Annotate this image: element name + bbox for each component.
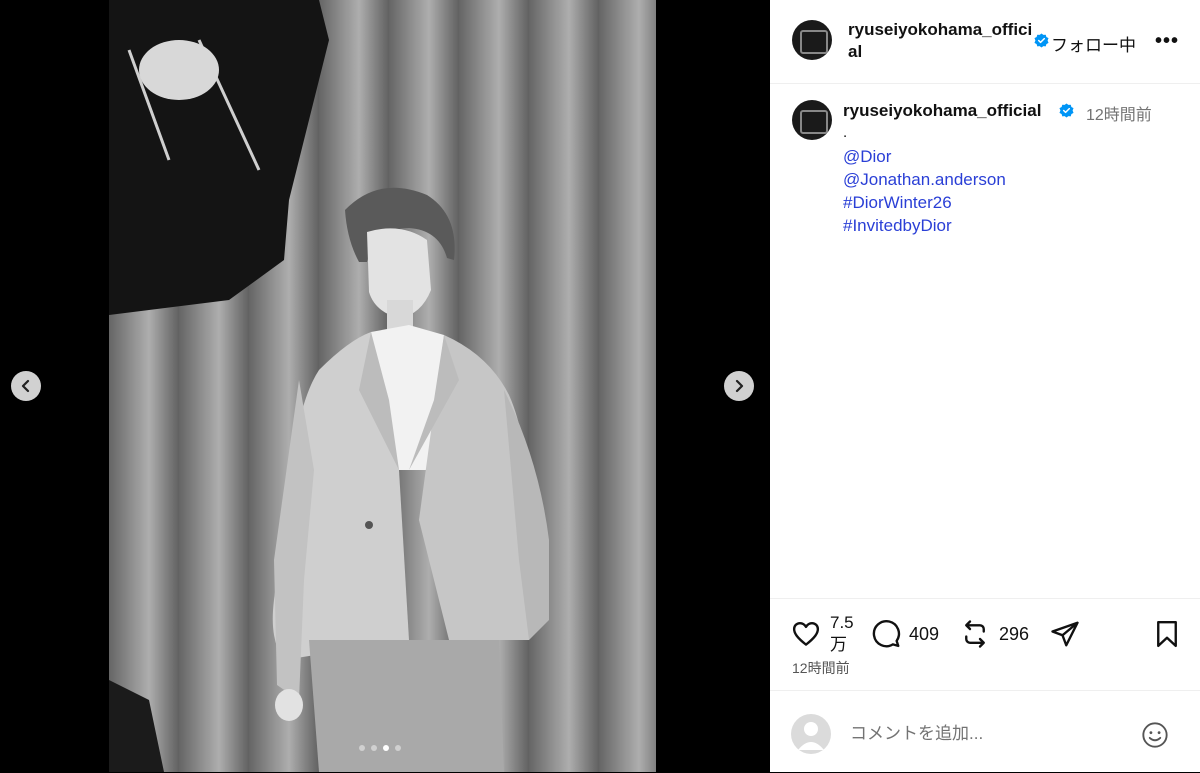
comment-bubble-icon[interactable] <box>871 619 901 649</box>
caption-avatar[interactable] <box>792 100 832 140</box>
carousel-dot <box>359 745 365 751</box>
chevron-right-icon <box>735 379 744 393</box>
post-timestamp: 12時間前 <box>792 660 850 676</box>
verified-badge-icon <box>1059 103 1074 118</box>
caption-hashtag-link[interactable]: #DiorWinter26 <box>843 193 952 213</box>
share-send-icon[interactable] <box>1050 619 1080 649</box>
bookmark-icon[interactable] <box>1152 619 1182 649</box>
like-count-value: 7.5 <box>830 613 854 632</box>
like-heart-icon[interactable] <box>791 619 821 649</box>
like-count[interactable]: 7.5 万 <box>830 612 860 656</box>
emoji-icon[interactable] <box>1141 721 1169 749</box>
repost-count[interactable]: 296 <box>999 624 1029 645</box>
comment-count[interactable]: 409 <box>909 624 939 645</box>
caption-text: . <box>843 124 848 141</box>
carousel-prev-button[interactable] <box>11 371 41 401</box>
comment-input[interactable] <box>848 723 1102 745</box>
post-photo <box>109 0 656 772</box>
caption-username[interactable]: ryuseiyokohama_official <box>843 101 1041 121</box>
user-avatar <box>791 714 831 754</box>
chevron-left-icon <box>21 379 30 393</box>
caption-hashtag-link[interactable]: #InvitedbyDior <box>843 216 952 236</box>
header-username[interactable]: ryuseiyokohama_official <box>848 19 1036 63</box>
more-options-button[interactable]: ••• <box>1155 30 1179 53</box>
comment-bar <box>770 690 1200 773</box>
carousel-dot <box>371 745 377 751</box>
default-avatar-icon <box>798 722 824 750</box>
caption-mention-link[interactable]: @Jonathan.anderson <box>843 170 1006 190</box>
carousel-next-button[interactable] <box>724 371 754 401</box>
like-count-unit: 万 <box>830 635 847 654</box>
avatar[interactable] <box>792 20 832 60</box>
carousel-dot-active <box>383 745 389 751</box>
action-bar: 7.5 万 409 296 12時間前 <box>770 598 1200 691</box>
caption-mention-link[interactable]: @Dior <box>843 147 891 167</box>
verified-badge-icon <box>1034 33 1049 48</box>
carousel-dot <box>395 745 401 751</box>
photo-illustration <box>109 0 656 772</box>
repost-icon[interactable] <box>960 619 990 649</box>
post-sidebar: ryuseiyokohama_official フォロー中 ••• ryusei… <box>770 0 1200 772</box>
media-pane <box>0 0 770 772</box>
following-button[interactable]: フォロー中 <box>1051 31 1136 56</box>
post-header: ryuseiyokohama_official フォロー中 ••• <box>770 0 1200 84</box>
caption-timestamp: 12時間前 <box>1086 107 1152 124</box>
carousel-indicator <box>359 745 401 751</box>
